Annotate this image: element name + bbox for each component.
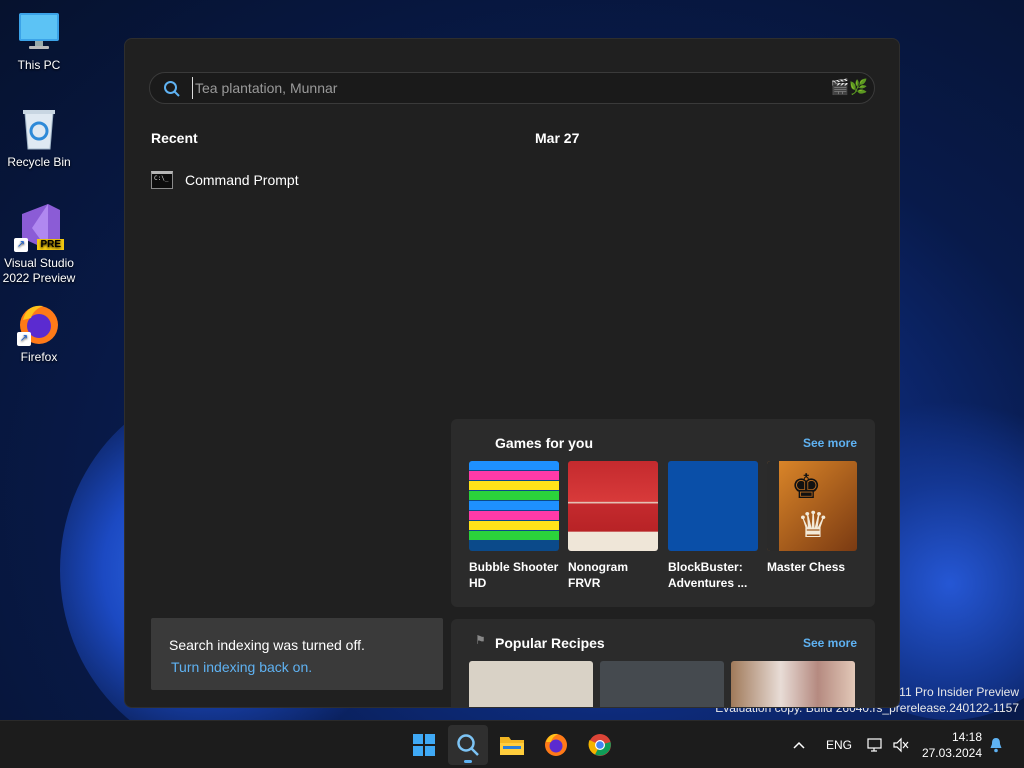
date-heading: Mar 27 [535,130,580,146]
search-input[interactable] [192,77,812,99]
recipes-title: Popular Recipes [495,635,605,651]
visual-studio-icon: PRE ↗ [14,204,64,252]
bell-icon [990,738,1002,753]
game-thumbnail [568,461,658,551]
recipe-tile[interactable] [731,661,855,707]
games-see-more-link[interactable]: See more [803,436,857,450]
indexing-notice: Search indexing was turned off. Turn ind… [151,618,443,690]
start-button[interactable] [404,725,444,765]
chevron-up-icon [793,741,805,749]
firefox-taskbar-button[interactable] [536,725,576,765]
desktop-icon-label: This PC [17,58,61,72]
chess-queen-icon: ♛ [797,505,830,546]
game-name: Bubble Shooter HD [469,560,559,590]
volume-muted-icon[interactable] [892,721,910,768]
show-hidden-icons-button[interactable] [792,721,806,768]
command-prompt-icon: C:\_ [151,171,173,189]
game-name: Master Chess [767,560,846,574]
game-tile-blockbuster[interactable]: BlockBuster: Adventures ... [668,461,758,591]
game-thumbnail [668,461,758,551]
desktop-icon-recycle-bin[interactable]: Recycle Bin [0,107,78,169]
game-name: Nonogram FRVR [568,560,628,590]
recent-item-label: Command Prompt [185,172,299,188]
game-name: BlockBuster: Adventures ... [668,560,748,590]
game-tile-nonogram[interactable]: Nonogram FRVR [568,461,658,591]
recipe-tile[interactable] [469,661,593,707]
notifications-button[interactable] [988,721,1004,768]
indexing-message: Search indexing was turned off. [169,637,365,653]
preview-badge: PRE [37,239,64,250]
shortcut-arrow-icon: ↗ [14,238,28,252]
desktop-icon-firefox[interactable]: ↗ Firefox [0,302,78,364]
turn-indexing-on-link[interactable]: Turn indexing back on. [171,659,312,675]
desktop-icon-label: Firefox [20,350,58,364]
games-title: Games for you [495,435,594,451]
flag-icon: ⚑ [475,633,486,647]
search-highlight-icon: 🎬🌿 [830,78,868,96]
game-tile-bubble-shooter[interactable]: Bubble Shooter HD [469,461,559,591]
recycle-bin-icon [17,107,61,151]
desktop-icon-visual-studio[interactable]: PRE ↗ Visual Studio 2022 Preview [0,204,78,286]
network-icon[interactable] [866,721,884,768]
recipes-see-more-link[interactable]: See more [803,636,857,650]
clock-time: 14:18 [951,730,982,744]
desktop-icon-this-pc[interactable]: This PC [0,10,78,72]
games-card: Games for you See more Bubble Shooter HD… [451,419,875,607]
system-clock[interactable]: 14:18 27.03.2024 [922,729,982,761]
game-thumbnail [469,461,559,551]
chrome-taskbar-button[interactable] [580,725,620,765]
recipe-tile[interactable] [600,661,724,707]
recipes-card: ⚑ Popular Recipes See more [451,619,875,707]
desktop-icon-label: Recycle Bin [7,155,71,169]
monitor-icon [17,10,61,54]
firefox-icon [545,733,567,756]
taskbar: ENG 14:18 27.03.2024 [0,720,1024,768]
chrome-icon [588,734,611,756]
game-thumbnail: ♚ ♛ [767,461,857,551]
folder-icon [500,737,524,755]
shortcut-arrow-icon: ↗ [17,332,31,346]
recent-item-command-prompt[interactable]: C:\_ Command Prompt [151,165,451,195]
windows-logo-icon [413,734,435,756]
search-box[interactable]: 🎬🌿 [149,72,875,104]
desktop-icon-label: Visual Studio 2022 Preview [2,256,76,285]
search-panel: 🎬🌿 Recent Mar 27 C:\_ Command Prompt Gam… [124,38,900,708]
language-indicator[interactable]: ENG [826,721,852,768]
game-tile-master-chess[interactable]: ♚ ♛ Master Chess [767,461,857,575]
chess-king-icon: ♚ [791,467,822,507]
recent-heading: Recent [151,130,198,146]
firefox-icon: ↗ [17,302,61,346]
clock-date: 27.03.2024 [921,746,982,760]
taskbar-search-button[interactable] [448,725,488,765]
search-icon [164,81,180,97]
file-explorer-button[interactable] [492,725,532,765]
search-icon [457,734,479,756]
